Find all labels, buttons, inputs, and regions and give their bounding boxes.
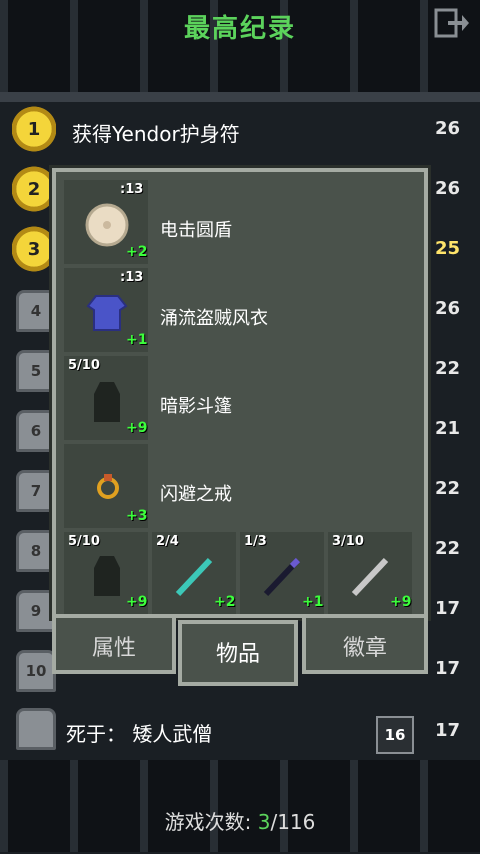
item-level: +9: [390, 594, 412, 610]
quickslot[interactable]: 3/10 +9: [328, 532, 412, 614]
tab-badges[interactable]: 徽章: [302, 618, 428, 674]
rank-score: 22: [434, 358, 460, 379]
ring-icon: [97, 474, 119, 499]
quickslot[interactable]: 2/4 +2: [152, 532, 236, 614]
item-charge: :13: [120, 182, 144, 197]
item-level: +3: [126, 508, 148, 524]
rank-badge: 10: [16, 650, 56, 692]
rank-score: 26: [434, 178, 460, 199]
depth-badge: 16: [376, 716, 414, 754]
rank-score: 22: [434, 538, 460, 559]
rank-score: 26: [434, 118, 460, 139]
wand-icon: [175, 557, 213, 597]
death-record-row[interactable]: 死于： 矮人武僧 16 17: [12, 706, 472, 756]
item-charge: 5/10: [68, 358, 100, 373]
rank-score: 21: [434, 418, 460, 439]
ranking-row[interactable]: 1 获得Yendor护身符 26: [12, 106, 472, 156]
cloak-icon: [94, 382, 120, 422]
item-level: +9: [126, 420, 148, 436]
item-charge: 5/10: [68, 534, 100, 549]
rank-score: 22: [434, 478, 460, 499]
rank-badge: 9: [16, 590, 56, 632]
item-level: +2: [214, 594, 236, 610]
tab-stats[interactable]: 属性: [52, 618, 176, 674]
item-charge: 1/3: [244, 534, 267, 549]
death-cause: 死于： 矮人武僧: [66, 722, 213, 746]
games-played-label: 游戏次数:: [164, 810, 252, 834]
shield-icon: [85, 203, 129, 247]
item-charge: :13: [120, 270, 144, 285]
background-ledge: [0, 92, 480, 102]
rank-score: 17: [434, 658, 460, 679]
rank-badge: 3: [12, 226, 56, 272]
item-slot[interactable]: :13 +1: [64, 268, 148, 352]
item-level: +1: [302, 594, 324, 610]
rank-badge: 6: [16, 410, 56, 452]
tab-items[interactable]: 物品: [178, 620, 298, 686]
rank-cause: 获得Yendor护身符: [72, 122, 240, 146]
item-level: +9: [126, 594, 148, 610]
item-level: +1: [126, 332, 148, 348]
rank-badge: 5: [16, 350, 56, 392]
death-score: 17: [434, 720, 460, 741]
games-played-current: 3: [257, 810, 271, 834]
tombstone-icon: [16, 708, 56, 750]
item-slot[interactable]: +3: [64, 444, 148, 528]
item-name: 涌流盗贼风衣: [160, 308, 268, 329]
rank-score: 25: [434, 238, 460, 259]
games-played: 游戏次数: 3/116: [0, 806, 480, 835]
item-level: +2: [126, 244, 148, 260]
cloak-icon: [94, 556, 120, 596]
quickslot[interactable]: 5/10 +9: [64, 532, 148, 614]
item-charge: 2/4: [156, 534, 179, 549]
games-played-total: /116: [270, 810, 316, 834]
item-slot[interactable]: :13 +2: [64, 180, 148, 264]
rank-badge: 1: [12, 106, 56, 152]
info-tabs: 属性 物品 徽章: [52, 618, 428, 686]
quickslot[interactable]: 1/3 +1: [240, 532, 324, 614]
rank-score: 17: [434, 598, 460, 619]
hero-info-window: :13 +2 电击圆盾 :13 +1 涌流盗贼风衣 5/10 +9 暗影斗篷 +…: [52, 168, 428, 618]
item-charge: 3/10: [332, 534, 364, 549]
item-name: 闪避之戒: [160, 484, 232, 505]
exit-icon[interactable]: [434, 8, 470, 40]
rank-badge: 8: [16, 530, 56, 572]
rank-badge: 2: [12, 166, 56, 212]
wand-icon: [263, 557, 301, 597]
page-title: 最高纪录: [183, 14, 296, 44]
rank-badge: 4: [16, 290, 56, 332]
item-slot[interactable]: 5/10 +9: [64, 356, 148, 440]
armor-icon: [86, 295, 128, 331]
staff-icon: [351, 557, 389, 597]
rank-badge: 7: [16, 470, 56, 512]
rank-score: 26: [434, 298, 460, 319]
item-name: 暗影斗篷: [160, 396, 232, 417]
item-name: 电击圆盾: [160, 220, 232, 241]
